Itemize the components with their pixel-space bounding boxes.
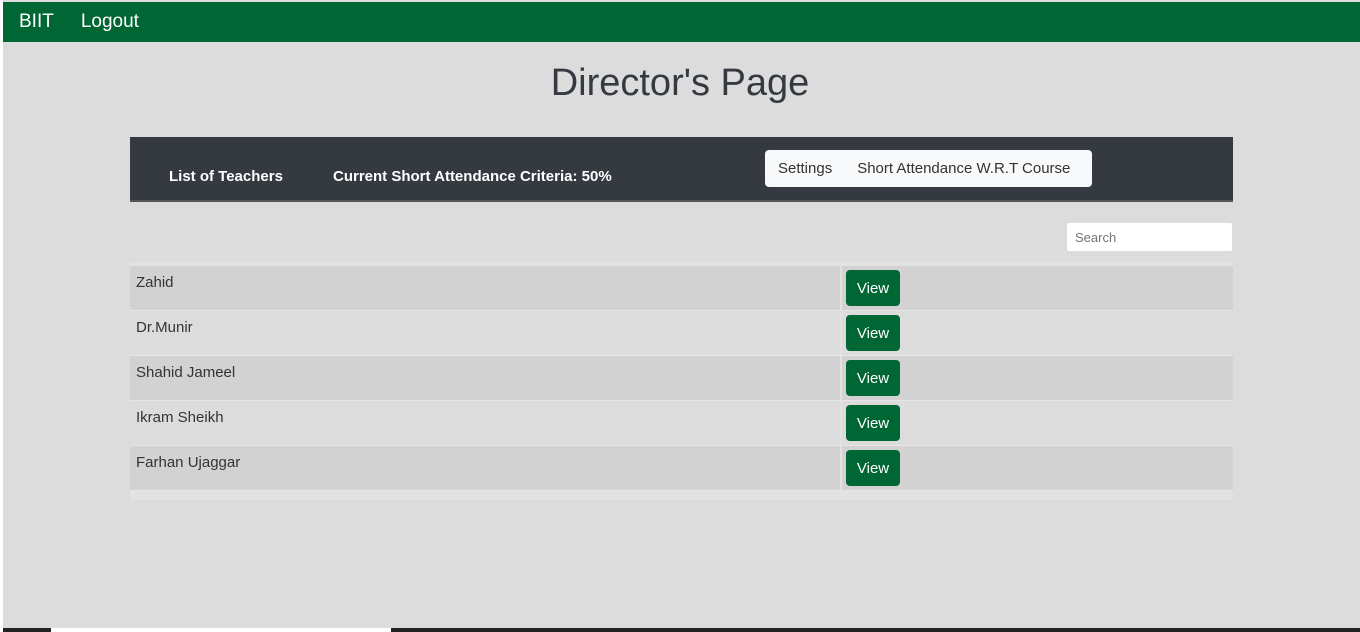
teachers-table: Zahid View Dr.Munir View Shahid Jameel View…	[130, 262, 1233, 500]
brand-link[interactable]: BIIT	[19, 11, 54, 33]
teacher-name: Ikram Sheikh	[130, 401, 842, 445]
teacher-name: Farhan Ujaggar	[130, 446, 842, 490]
list-of-teachers-link[interactable]: List of Teachers	[169, 168, 283, 185]
view-button[interactable]: View	[846, 450, 900, 486]
view-button[interactable]: View	[846, 405, 900, 441]
table-row: Ikram Sheikh View	[130, 401, 1233, 446]
navbar: BIIT Logout	[3, 2, 1360, 42]
settings-link[interactable]: Settings	[778, 160, 832, 177]
teacher-name: Zahid	[130, 266, 842, 310]
teacher-name: Dr.Munir	[130, 311, 842, 355]
view-button[interactable]: View	[846, 315, 900, 351]
teacher-name: Shahid Jameel	[130, 356, 842, 400]
view-button[interactable]: View	[846, 360, 900, 396]
short-attendance-link[interactable]: Short Attendance W.R.T Course	[857, 160, 1070, 177]
view-button[interactable]: View	[846, 270, 900, 306]
page-title: Director's Page	[550, 62, 810, 104]
table-row: Shahid Jameel View	[130, 356, 1233, 401]
table-row: Dr.Munir View	[130, 311, 1233, 356]
search-input[interactable]	[1066, 222, 1233, 252]
table-row: Farhan Ujaggar View	[130, 446, 1233, 491]
taskbar	[3, 628, 1360, 632]
logout-link[interactable]: Logout	[81, 11, 139, 33]
criteria-text: Current Short Attendance Criteria: 50%	[333, 168, 612, 185]
table-row: Zahid View	[130, 266, 1233, 311]
taskbar-item[interactable]	[51, 628, 391, 632]
toolbar: List of Teachers Current Short Attendanc…	[130, 137, 1233, 202]
toolbar-menu: Settings Short Attendance W.R.T Course	[765, 150, 1092, 187]
